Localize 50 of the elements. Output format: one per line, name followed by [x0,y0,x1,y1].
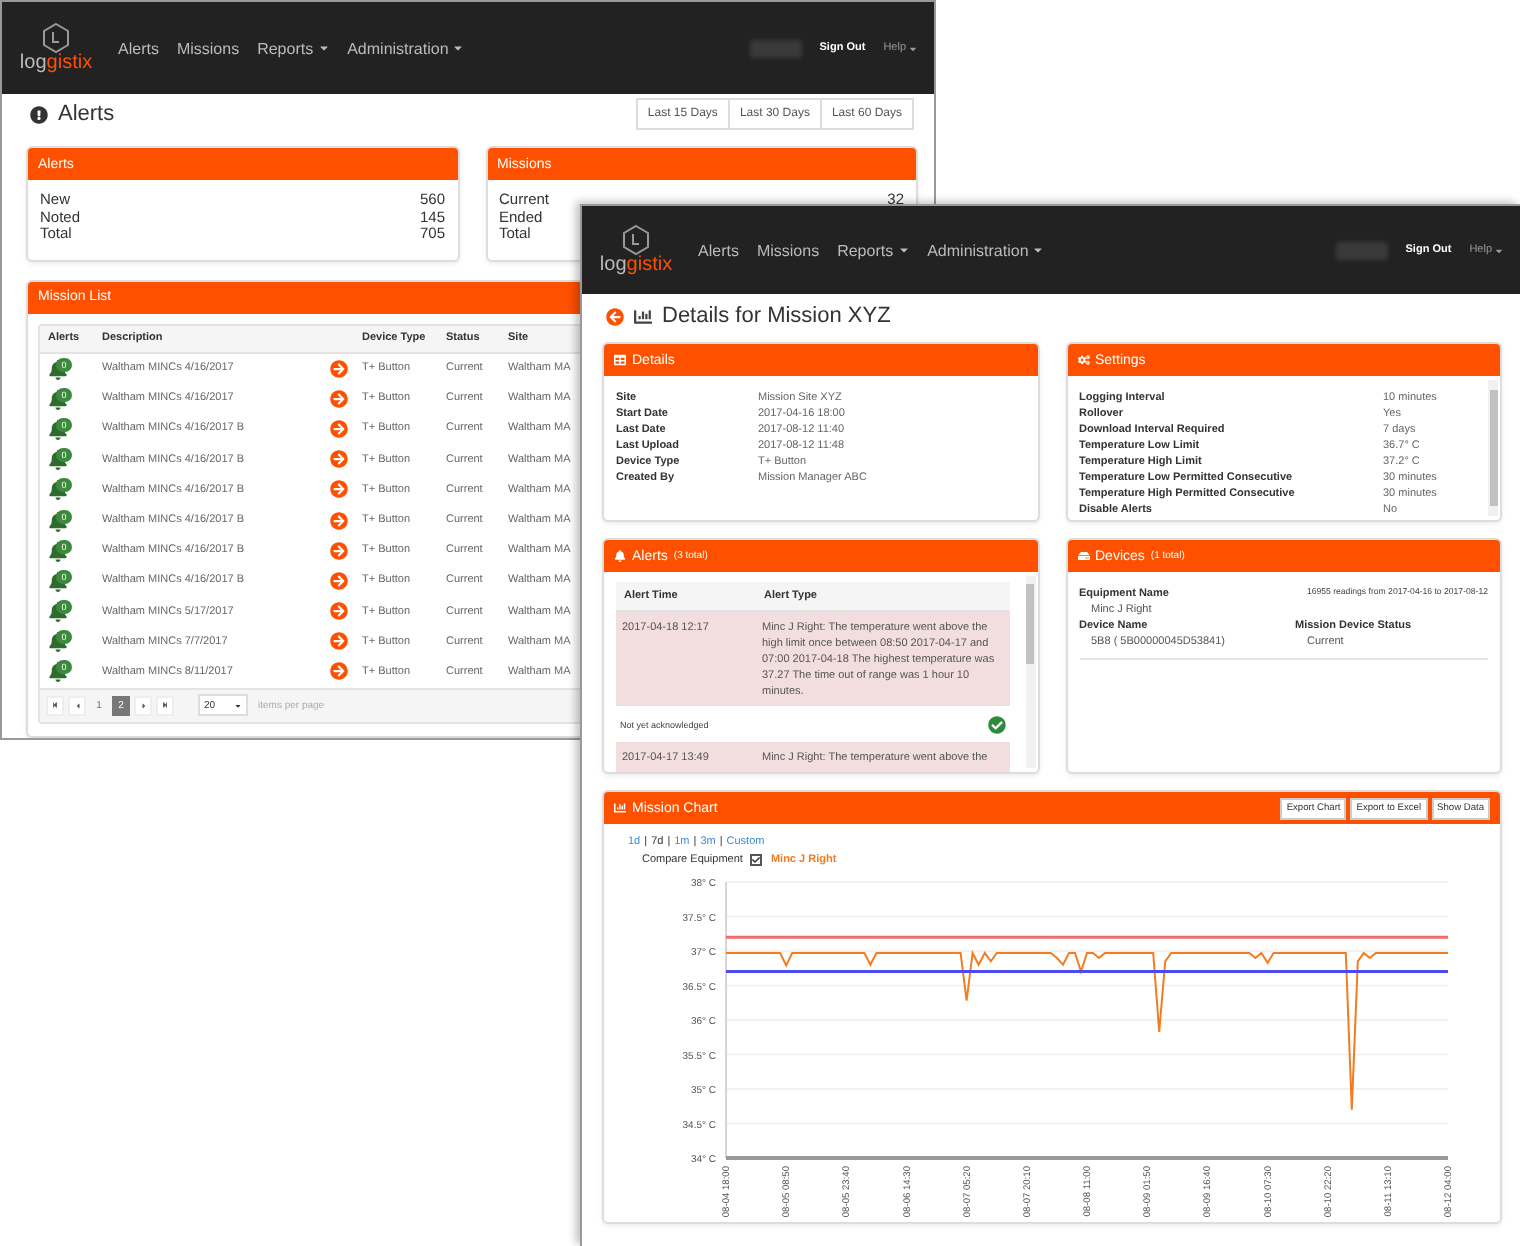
nav-link[interactable]: Administration [927,241,1045,259]
page-title: Details for Mission XYZ [662,304,891,328]
arrow-right-icon[interactable] [330,359,348,378]
gears-icon [1077,354,1089,366]
bar-chart-icon [634,307,652,325]
bell-icon [614,550,626,562]
blurred-username [749,39,802,57]
logo-text: loggistix [19,54,93,74]
hexagon-logo-icon [42,22,70,54]
nav-link[interactable]: Reports [837,241,910,259]
back-arrow-icon[interactable] [606,307,624,325]
last-page-icon [162,702,168,709]
page-title: Alerts [58,102,115,126]
caret-icon [897,244,910,256]
first-page-button[interactable] [46,695,64,716]
bar-chart-icon [614,802,626,814]
nav-link[interactable]: Missions [756,241,820,259]
arrow-right-icon[interactable] [330,511,348,530]
arrow-right-icon[interactable] [330,389,348,408]
arrow-right-icon[interactable] [330,419,348,438]
scrollbar[interactable] [1488,380,1498,516]
hexagon-logo-icon [622,224,650,256]
nav-link[interactable]: Alerts [118,39,159,57]
caret-icon [317,42,330,54]
caret-icon [908,43,918,53]
arrow-right-icon[interactable] [330,632,348,651]
arrow-right-icon[interactable] [330,602,348,621]
nav-link[interactable]: Alerts [698,241,739,259]
logo-text: loggistix [599,256,673,276]
nav-link[interactable]: Administration [347,39,465,57]
checkbox[interactable] [750,854,763,866]
previous-page-button[interactable] [68,695,86,716]
exclamation-icon [30,105,48,123]
blurred-username [1335,241,1388,259]
scrollbar[interactable] [1025,576,1035,768]
arrow-right-icon[interactable] [330,480,348,499]
last-page-button[interactable] [156,695,174,716]
arrow-right-icon[interactable] [330,571,348,590]
nav-link[interactable]: Reports [257,39,330,57]
table-icon [614,354,626,366]
next-page-button[interactable] [134,695,152,716]
caret-icon [1494,245,1504,255]
arrow-right-icon[interactable] [330,662,348,681]
nav-link[interactable]: Missions [176,39,240,57]
arrow-right-icon[interactable] [330,541,348,560]
first-page-icon [52,702,58,709]
arrow-right-icon[interactable] [330,450,348,469]
drive-icon [1077,550,1089,562]
caret-icon [1032,244,1045,256]
caret-icon [452,42,465,54]
